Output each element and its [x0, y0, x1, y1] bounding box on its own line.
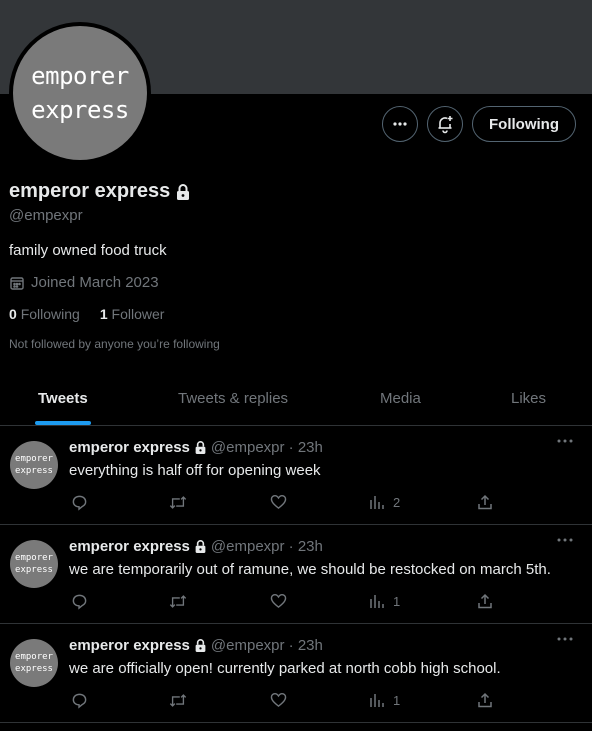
reply-icon	[72, 594, 87, 610]
avatar-text-line2: express	[15, 664, 53, 674]
tweet-avatar[interactable]: emporer express	[10, 441, 58, 489]
retweet-icon	[169, 694, 187, 707]
bell-plus-icon	[438, 116, 453, 134]
joined-date: Joined March 2023	[9, 274, 159, 291]
calendar-icon	[10, 276, 24, 290]
not-followed-note: Not followed by anyone you’re following	[9, 337, 220, 351]
lock-icon	[177, 183, 190, 200]
profile-bio: family owned food truck	[9, 242, 167, 259]
tweet-meta: @empexpr · 23h	[210, 637, 323, 654]
tweet-row[interactable]: emporer express emperor express @empexpr…	[0, 624, 592, 723]
share-button[interactable]	[477, 494, 493, 510]
profile-name: emperor express	[9, 180, 191, 203]
tweet-header: emperor express @empexpr · 23h	[69, 439, 323, 456]
tweet-header: emperor express @empexpr · 23h	[69, 538, 323, 555]
tweet-row[interactable]: emporer express emperor express @empexpr…	[0, 426, 592, 525]
tab-likes[interactable]: Likes	[511, 372, 546, 425]
views-button[interactable]: 2	[369, 494, 400, 510]
profile-tabs: Tweets Tweets & replies Media Likes	[0, 372, 592, 426]
avatar-text-line2: express	[15, 565, 53, 575]
lock-icon	[195, 540, 206, 553]
more-options-button[interactable]	[382, 106, 419, 142]
more-dots-icon	[557, 637, 573, 641]
views-button[interactable]: 1	[369, 593, 400, 609]
joined-text: Joined March 2023	[31, 274, 159, 291]
more-dots-icon	[393, 122, 407, 126]
views-button[interactable]: 1	[369, 692, 400, 708]
share-button[interactable]	[477, 692, 493, 708]
share-button[interactable]	[477, 593, 493, 609]
retweet-icon	[169, 595, 187, 608]
avatar-text-line1: emporer	[15, 652, 53, 662]
profile-avatar[interactable]: emporer express	[9, 22, 151, 164]
avatar-text-line2: express	[31, 96, 129, 124]
tweet-text: we are officially open! currently parked…	[69, 660, 501, 677]
active-tab-indicator	[35, 421, 91, 425]
follow-stats: 0 Following 1 Follower	[9, 306, 164, 322]
tweet-text: we are temporarily out of ramune, we sho…	[69, 561, 551, 578]
tweet-avatar[interactable]: emporer express	[10, 639, 58, 687]
reply-button[interactable]	[71, 494, 88, 511]
profile-actions: Following	[382, 106, 576, 142]
tweet-text: everything is half off for opening week	[69, 462, 321, 479]
like-button[interactable]	[270, 692, 287, 708]
followers-stat[interactable]: 1 Follower	[100, 306, 165, 322]
views-count: 1	[393, 593, 401, 609]
tweet-author-name[interactable]: emperor express	[69, 637, 190, 654]
share-icon	[478, 494, 492, 510]
following-stat[interactable]: 0 Following	[9, 306, 80, 322]
lock-icon	[195, 639, 206, 652]
retweet-button[interactable]	[169, 593, 187, 610]
like-button[interactable]	[270, 494, 287, 510]
notifications-button[interactable]	[427, 106, 464, 142]
more-dots-icon	[557, 538, 573, 542]
profile-name-text: emperor express	[9, 180, 171, 202]
retweet-button[interactable]	[169, 692, 187, 709]
more-dots-icon	[557, 439, 573, 443]
avatar-text-line2: express	[15, 466, 53, 476]
heart-icon	[270, 494, 287, 510]
tweet-author-name[interactable]: emperor express	[69, 439, 190, 456]
tweet-author-name[interactable]: emperor express	[69, 538, 190, 555]
tweet-meta: @empexpr · 23h	[210, 538, 323, 555]
heart-icon	[270, 692, 287, 708]
tweet-meta: @empexpr · 23h	[210, 439, 323, 456]
views-count: 2	[393, 494, 401, 510]
retweet-icon	[169, 496, 187, 509]
avatar-text-line1: emporer	[31, 62, 129, 90]
tab-tweets-replies[interactable]: Tweets & replies	[178, 372, 288, 425]
reply-icon	[72, 495, 87, 511]
heart-icon	[270, 593, 287, 609]
tweet-avatar[interactable]: emporer express	[10, 540, 58, 588]
views-count: 1	[393, 692, 401, 708]
analytics-icon	[370, 694, 384, 707]
tab-tweets[interactable]: Tweets	[38, 372, 88, 425]
reply-button[interactable]	[71, 593, 88, 610]
tweet-actions: 2	[69, 494, 509, 514]
tweet-header: emperor express @empexpr · 23h	[69, 637, 323, 654]
analytics-icon	[370, 595, 384, 608]
tweet-more-button[interactable]	[556, 438, 574, 444]
lock-icon	[195, 441, 206, 454]
analytics-icon	[370, 496, 384, 509]
tweet-more-button[interactable]	[556, 636, 574, 642]
reply-button[interactable]	[71, 692, 88, 709]
share-icon	[478, 593, 492, 609]
tab-media[interactable]: Media	[380, 372, 421, 425]
share-icon	[478, 692, 492, 708]
avatar-text-line1: emporer	[15, 454, 53, 464]
tweet-more-button[interactable]	[556, 537, 574, 543]
tweet-row[interactable]: emporer express emperor express @empexpr…	[0, 525, 592, 624]
following-button[interactable]: Following	[472, 106, 576, 142]
tweet-actions: 1	[69, 692, 509, 712]
avatar-text-line1: emporer	[15, 553, 53, 563]
profile-handle: @empexpr	[9, 207, 83, 224]
tweet-actions: 1	[69, 593, 509, 613]
like-button[interactable]	[270, 593, 287, 609]
retweet-button[interactable]	[169, 494, 187, 511]
reply-icon	[72, 693, 87, 709]
